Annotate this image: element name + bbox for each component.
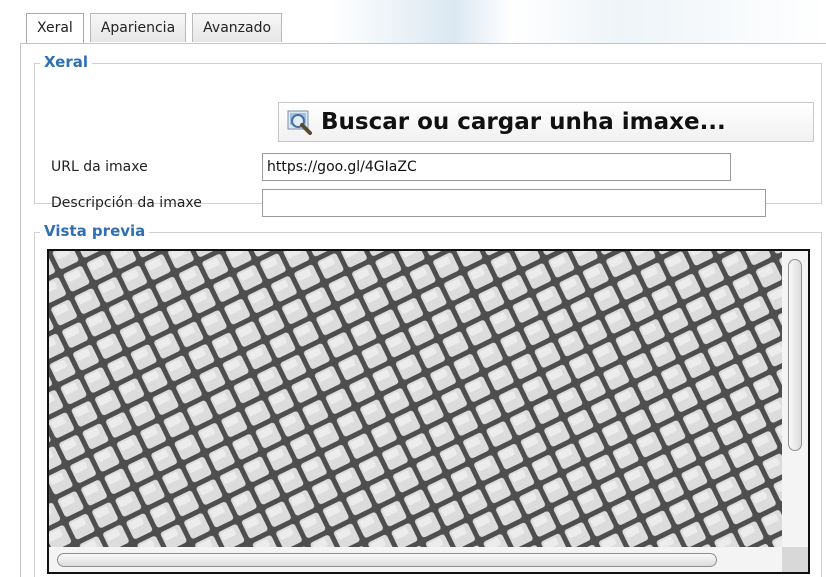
- tab-bar: Xeral Apariencia Avanzado: [26, 13, 288, 44]
- tab-xeral[interactable]: Xeral: [26, 13, 84, 44]
- tab-apariencia[interactable]: Apariencia: [89, 13, 187, 42]
- general-fieldset: Xeral Buscar ou cargar unha imaxe... URL…: [34, 53, 822, 217]
- magnifier-image-icon: [285, 107, 315, 137]
- tab-panel-xeral: Xeral Buscar ou cargar unha imaxe... URL…: [20, 43, 826, 577]
- tab-avanzado[interactable]: Avanzado: [192, 13, 283, 42]
- cobblestone-pavement-image: [49, 251, 808, 572]
- general-legend: Xeral: [40, 53, 92, 71]
- preview-fieldset: Vista previa: [34, 222, 822, 577]
- horizontal-scroll-thumb[interactable]: [57, 553, 717, 567]
- browse-image-label: Buscar ou cargar unha imaxe...: [321, 109, 726, 135]
- preview-legend: Vista previa: [40, 222, 150, 240]
- description-label: Descripción da imaxe: [51, 195, 202, 211]
- browse-image-button[interactable]: Buscar ou cargar unha imaxe...: [278, 102, 814, 142]
- horizontal-scrollbar[interactable]: [49, 547, 782, 572]
- url-input[interactable]: [262, 153, 731, 181]
- preview-viewport: [47, 249, 810, 574]
- vertical-scrollbar[interactable]: [782, 251, 808, 549]
- description-input[interactable]: [262, 189, 766, 217]
- url-label: URL da imaxe: [51, 159, 148, 175]
- scroll-corner: [782, 547, 808, 572]
- vertical-scroll-thumb[interactable]: [788, 259, 802, 451]
